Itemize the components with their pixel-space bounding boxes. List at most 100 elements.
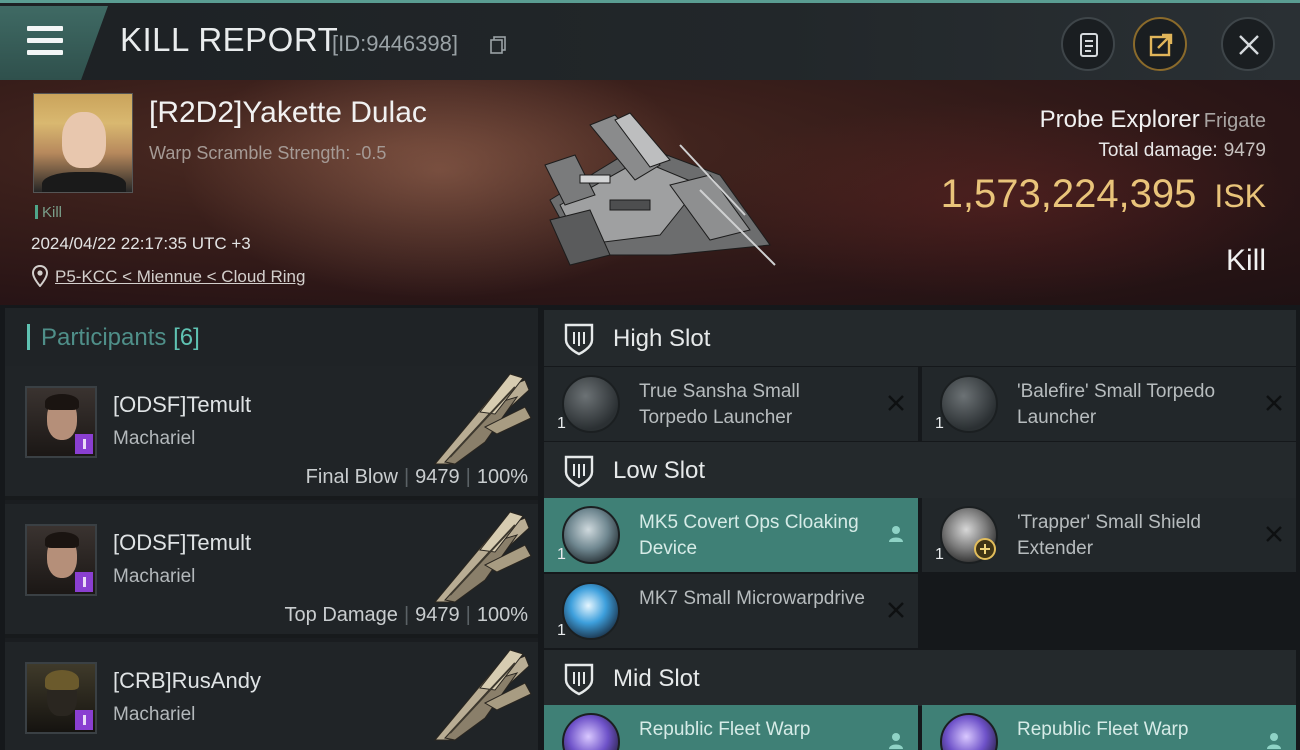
victim-ship-name[interactable]: Probe Explorer Frigate (1040, 106, 1266, 134)
low-slot-label: Low Slot (613, 457, 706, 484)
module-item[interactable]: 1 MK5 Covert Ops Cloaking Device (544, 498, 918, 572)
module-name: Republic Fleet Warp (639, 719, 811, 740)
module-item[interactable]: 1 Republic Fleet Warp (544, 705, 918, 750)
torpedo-launcher-icon (940, 375, 998, 433)
high-slot-label: High Slot (613, 325, 711, 352)
participant-ship: Machariel (113, 428, 196, 449)
low-slot-header: Low Slot (544, 442, 1296, 498)
document-icon (1080, 33, 1098, 57)
total-damage-value: 9479 (1223, 140, 1266, 161)
module-item[interactable]: 1 'Trapper' Small Shield Extender (922, 498, 1296, 572)
mid-slot-icon (564, 663, 594, 696)
cloaking-device-icon (562, 506, 620, 564)
machariel-ship-icon (433, 373, 532, 465)
location-pin-icon (32, 265, 48, 287)
menu-button[interactable] (0, 6, 108, 80)
participants-count: [6] (173, 324, 200, 351)
dropped-person-icon (1267, 733, 1281, 749)
module-name: 'Trapper' Small Shield Extender (1017, 512, 1201, 559)
victim-name[interactable]: [R2D2]Yakette Dulac (149, 96, 427, 130)
victim-portrait[interactable] (33, 93, 133, 193)
isk-value: 1,573,224,395 ISK (940, 172, 1266, 216)
participant-name: [ODSF]Temult (113, 530, 252, 555)
victim-banner: [R2D2]Yakette Dulac Warp Scramble Streng… (0, 80, 1300, 305)
destroyed-icon (888, 602, 904, 618)
participant-row[interactable]: [ODSF]Temult Machariel Top Damage | 9479 | 1… (5, 504, 538, 638)
module-name: 'Balefire' Small Torpedo Launcher (1017, 381, 1216, 428)
warp-disruptor-icon (940, 713, 998, 750)
result-label: Kill (1225, 244, 1266, 277)
participant-stats: Top Damage | 9479 | 100% (284, 604, 528, 626)
module-quantity: 1 (557, 415, 566, 432)
avatar[interactable] (25, 662, 97, 734)
module-name: MK5 Covert Ops Cloaking Device (639, 512, 859, 559)
corp-badge-icon (75, 710, 93, 730)
close-button[interactable] (1221, 17, 1275, 71)
participant-row[interactable]: [CRB]RusAndy Machariel (5, 642, 538, 750)
high-slot-header: High Slot (544, 310, 1296, 366)
participant-damage: 9479 (415, 466, 460, 488)
module-name: True Sansha Small Torpedo Launcher (639, 381, 800, 428)
participant-name: [CRB]RusAndy (113, 668, 261, 693)
participant-row[interactable]: [ODSF]Temult Machariel Final Blow | 9479 | 1… (5, 366, 538, 500)
participant-ship: Machariel (113, 704, 196, 725)
total-damage: Total damage: 9479 (1098, 140, 1266, 161)
corp-badge-icon (75, 572, 93, 592)
ship-class: Frigate (1203, 110, 1266, 132)
module-item[interactable]: 1 MK7 Small Microwarpdrive (544, 574, 918, 648)
menu-icon (27, 26, 63, 31)
warp-scramble-strength: Warp Scramble Strength: -0.5 (149, 143, 387, 163)
module-item[interactable]: 1 True Sansha Small Torpedo Launcher (544, 367, 918, 441)
module-quantity: 1 (557, 622, 566, 639)
torpedo-launcher-icon (562, 375, 620, 433)
module-quantity: 1 (935, 546, 944, 563)
warp-disruptor-icon (562, 713, 620, 750)
participant-damage: 9479 (415, 604, 460, 626)
participants-header: Participants [6] (5, 308, 538, 366)
participant-name: [ODSF]Temult (113, 392, 252, 417)
participant-ship: Machariel (113, 566, 196, 587)
participant-stats: Final Blow | 9479 | 100% (305, 466, 528, 488)
top-bar: KILL REPORT [ID:9446398] (0, 0, 1300, 80)
participant-role: Final Blow (305, 466, 398, 488)
destroyed-icon (1266, 395, 1282, 411)
close-icon (1239, 35, 1259, 55)
isk-unit: ISK (1214, 178, 1266, 214)
module-quantity: 1 (935, 415, 944, 432)
dropped-person-icon (889, 526, 903, 542)
share-button[interactable] (1133, 17, 1187, 71)
participant-percent: 100% (476, 466, 528, 488)
kill-timestamp: 2024/04/22 22:17:35 UTC +3 (31, 234, 251, 253)
page-title: KILL REPORT (120, 21, 339, 58)
participant-role: Top Damage (284, 604, 398, 626)
share-icon (1149, 33, 1173, 57)
report-button[interactable] (1061, 17, 1115, 71)
fitting-panel: High Slot 1 True Sansha Small Torpedo La… (544, 308, 1300, 750)
module-name: MK7 Small Microwarpdrive (639, 588, 865, 609)
high-slot-icon (564, 323, 594, 356)
participants-title: Participants (41, 324, 167, 351)
victim-ship-image[interactable] (520, 105, 790, 275)
mid-slot-label: Mid Slot (613, 665, 700, 692)
dropped-person-icon (889, 733, 903, 749)
mid-slot-header: Mid Slot (544, 650, 1296, 706)
destroyed-icon (888, 395, 904, 411)
plus-icon (974, 538, 996, 560)
kill-tag: Kill (35, 204, 62, 221)
destroyed-icon (1266, 526, 1282, 542)
participants-panel: Participants [6] [ODSF]Temult Machariel … (5, 308, 538, 750)
module-item[interactable]: 1 'Balefire' Small Torpedo Launcher (922, 367, 1296, 441)
module-item[interactable]: 1 Republic Fleet Warp (922, 705, 1296, 750)
location-link[interactable]: P5-KCC < Miennue < Cloud Ring (55, 267, 305, 287)
avatar[interactable] (25, 386, 97, 458)
corp-badge-icon (75, 434, 93, 454)
participant-percent: 100% (476, 604, 528, 626)
copy-icon[interactable] (490, 36, 506, 54)
machariel-ship-icon (433, 649, 532, 741)
machariel-ship-icon (433, 511, 532, 603)
low-slot-icon (564, 455, 594, 488)
module-name: Republic Fleet Warp (1017, 719, 1189, 740)
report-id: [ID:9446398] (332, 31, 458, 56)
module-quantity: 1 (557, 546, 566, 563)
avatar[interactable] (25, 524, 97, 596)
